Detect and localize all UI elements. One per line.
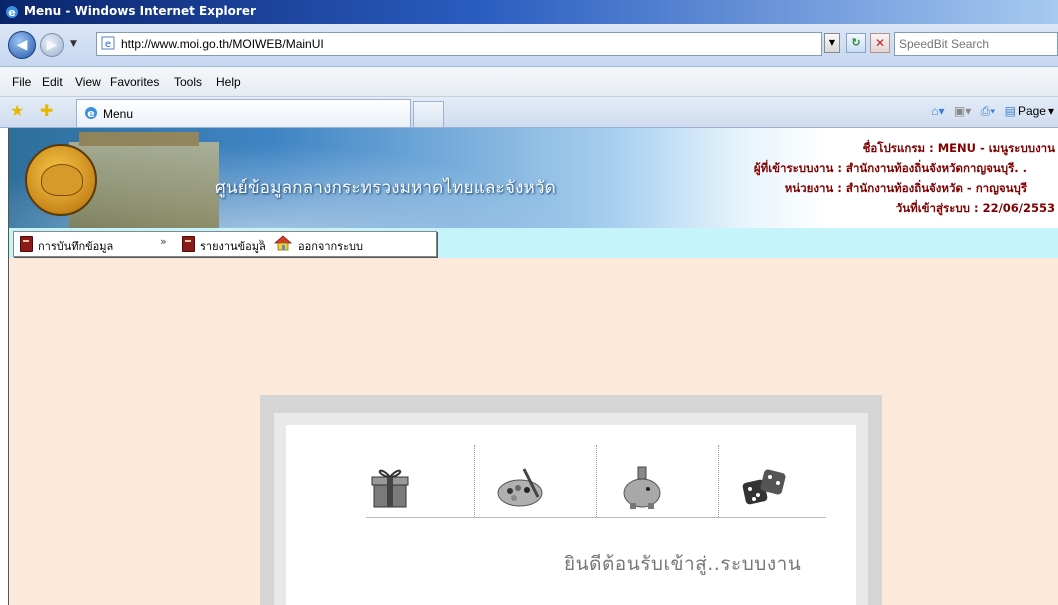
menu-edit[interactable]: Edit: [42, 75, 63, 89]
menu-bar: File Edit View Favorites Tools Help: [0, 67, 1058, 97]
main-navigation: การบันทึกข้อมูล » รายงานข้อมูล » ออกจากร…: [13, 231, 437, 257]
address-toolbar: ◀ ▶ ▼ e http://www.moi.go.th/MOIWEB/Main…: [0, 24, 1058, 67]
history-dropdown-icon[interactable]: ▼: [70, 39, 77, 49]
menu-file[interactable]: File: [12, 75, 31, 89]
logged-in-user: ผู้ที่เข้าระบบงาน : สำนักงานท้องถิ่นจังห…: [753, 161, 1027, 175]
tab-bar: ★ ✚ e Menu ⌂▾ ▣▾ ⎙▾ ▤ Page ▾: [0, 97, 1058, 128]
window-title-bar: e Menu - Windows Internet Explorer: [0, 0, 1058, 24]
stop-button[interactable]: ✕: [870, 33, 890, 53]
address-dropdown-button[interactable]: ▼: [824, 33, 840, 53]
icon-divider: [718, 445, 720, 517]
menu-help[interactable]: Help: [216, 75, 241, 89]
add-favorites-icon[interactable]: ✚: [40, 103, 53, 119]
icon-divider: [474, 445, 476, 517]
ie-tab-icon: e: [85, 107, 97, 120]
search-box[interactable]: [894, 32, 1058, 56]
svg-text:e: e: [87, 107, 94, 120]
icons-baseline: [366, 517, 826, 518]
favorites-star-icon[interactable]: ★: [10, 103, 24, 119]
nav-logout[interactable]: ออกจากระบบ: [298, 237, 363, 255]
stop-icon: ✕: [874, 36, 886, 50]
back-button[interactable]: ◀: [8, 31, 36, 59]
new-tab-button[interactable]: [413, 101, 444, 128]
ministry-logo: [25, 144, 97, 216]
page-menu-icon: ▤: [1004, 104, 1016, 118]
window-title: Menu - Windows Internet Explorer: [24, 4, 256, 18]
chevron-down-icon[interactable]: ▾: [1048, 104, 1054, 118]
piggy-bank-icon: [623, 466, 661, 509]
icon-divider: [596, 445, 598, 517]
tab-menu[interactable]: e Menu: [76, 99, 411, 127]
print-icon[interactable]: ⎙▾: [981, 104, 996, 118]
search-input[interactable]: [899, 35, 1049, 53]
nav-separator: »: [160, 235, 167, 248]
nav-separator: »: [258, 235, 265, 248]
command-bar: ⌂▾ ▣▾ ⎙▾ ▤ Page ▾: [925, 104, 1054, 119]
page-menu-button[interactable]: Page: [1018, 104, 1046, 118]
home-icon[interactable]: ⌂▾: [931, 104, 944, 118]
nav-reports[interactable]: รายงานข้อมูล: [200, 237, 266, 255]
palette-icon: [497, 468, 543, 507]
welcome-panel-body: ยินดีต้อนรับเข้าสู่..ระบบงาน: [286, 425, 856, 605]
svg-text:e: e: [8, 6, 15, 19]
login-date: วันที่เข้าสู่ระบบ : 22/06/2553: [895, 201, 1055, 215]
welcome-icons: [356, 445, 836, 525]
dice-icon: [742, 469, 786, 505]
forward-arrow-icon: ▶: [46, 37, 58, 53]
back-arrow-icon: ◀: [16, 37, 28, 53]
refresh-button[interactable]: ↻: [846, 33, 866, 53]
forward-button[interactable]: ▶: [40, 33, 64, 57]
header-banner: ศูนย์ข้อมูลกลางกระทรวงมหาดไทยและจังหวัด …: [9, 128, 1058, 228]
feeds-icon[interactable]: ▣▾: [954, 104, 971, 118]
welcome-panel: ยินดีต้อนรับเข้าสู่..ระบบงาน: [260, 395, 882, 605]
address-bar[interactable]: e http://www.moi.go.th/MOIWEB/MainUI: [96, 32, 822, 56]
department-unit: หน่วยงาน : สำนักงานท้องถิ่นจังหวัด - กาญ…: [784, 181, 1027, 195]
page-icon: e: [101, 36, 115, 50]
welcome-message: ยินดีต้อนรับเข้าสู่..ระบบงาน: [564, 553, 802, 575]
gift-icon: [371, 469, 409, 508]
book-icon: [182, 236, 195, 252]
banner-title: ศูนย์ข้อมูลกลางกระทรวงมหาดไทยและจังหวัด: [215, 178, 556, 198]
internet-explorer-icon: e: [6, 6, 18, 19]
menu-tools[interactable]: Tools: [174, 75, 202, 89]
menu-view[interactable]: View: [75, 75, 101, 89]
book-icon: [20, 236, 33, 252]
refresh-icon: ↻: [851, 36, 861, 49]
svg-text:e: e: [105, 39, 111, 50]
menu-favorites[interactable]: Favorites: [110, 75, 159, 89]
home-icon: [274, 235, 292, 251]
address-url[interactable]: http://www.moi.go.th/MOIWEB/MainUI: [121, 37, 324, 51]
tab-label: Menu: [103, 107, 134, 121]
nav-data-entry[interactable]: การบันทึกข้อมูล: [38, 237, 113, 255]
program-name: ชื่อโปรแกรม : MENU - เมนูระบบงาน: [862, 141, 1055, 155]
page-content: ศูนย์ข้อมูลกลางกระทรวงมหาดไทยและจังหวัด …: [8, 128, 1058, 605]
